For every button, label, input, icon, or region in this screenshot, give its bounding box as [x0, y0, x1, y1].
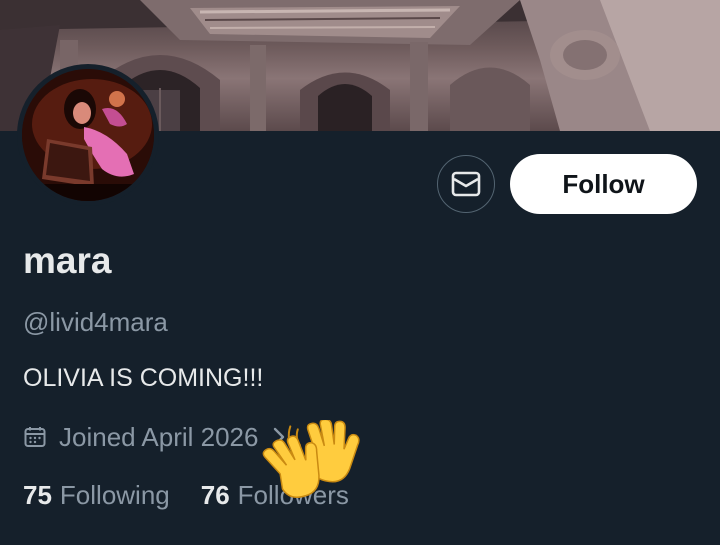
joined-date: Joined April 2026 [59, 422, 259, 452]
profile-page: Follow mara @livid4mara OLIVIA IS COMING… [0, 0, 720, 545]
following-count: 75 [23, 480, 52, 510]
followers-count: 76 [200, 480, 230, 510]
message-button[interactable] [437, 155, 495, 213]
avatar-image [22, 69, 154, 201]
calendar-icon [23, 425, 47, 449]
display-name: mara [23, 240, 112, 281]
user-bio: OLIVIA IS COMING!!! [23, 364, 264, 392]
avatar[interactable] [17, 64, 159, 206]
follow-button[interactable]: Follow [510, 154, 697, 214]
user-handle: @livid4mara [23, 307, 168, 337]
following-label: Following [59, 480, 170, 510]
follow-button-label: Follow [562, 168, 645, 199]
waving-hands-emoji [245, 418, 360, 520]
mail-icon [451, 171, 481, 197]
following-link[interactable]: 75 Following [23, 479, 170, 511]
